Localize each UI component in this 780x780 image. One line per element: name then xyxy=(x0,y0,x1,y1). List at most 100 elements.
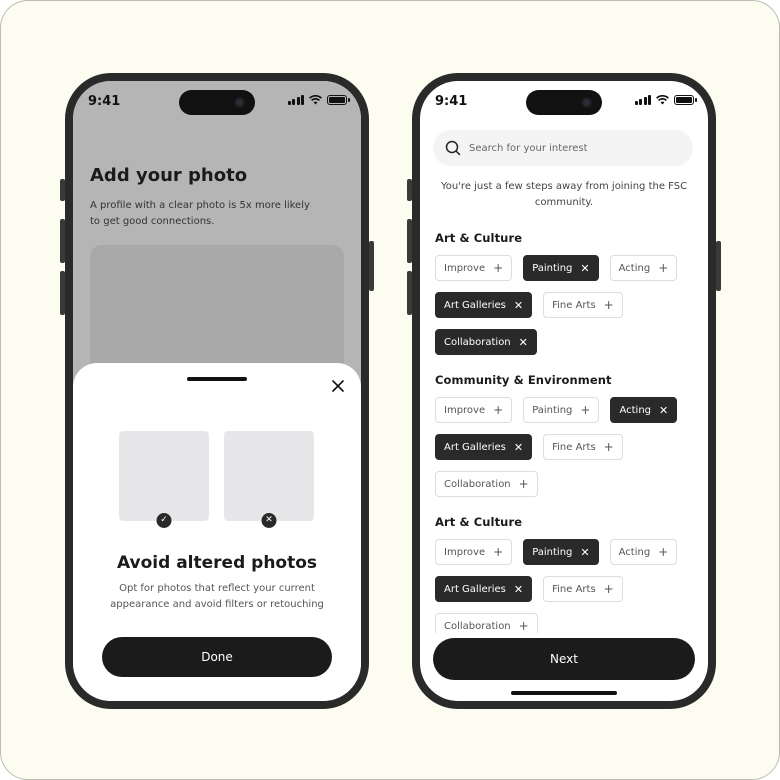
action-button xyxy=(407,179,412,201)
add-icon: + xyxy=(658,261,669,275)
chip-label: Art Galleries xyxy=(444,441,506,453)
interest-chip[interactable]: Painting ✕ xyxy=(523,539,599,565)
chip-label: Acting xyxy=(618,262,651,274)
phone-interests: 9:41 You're just a few steps away from j… xyxy=(407,73,721,709)
chip-label: Art Galleries xyxy=(444,299,506,311)
chip-label: Collaboration xyxy=(444,336,511,348)
interest-chip[interactable]: Art Galleries ✕ xyxy=(435,576,533,602)
wifi-icon xyxy=(656,95,669,105)
home-indicator xyxy=(511,691,617,695)
interest-chip[interactable]: Improve + xyxy=(435,397,513,423)
screen: 9:41 You're just a few steps away from j… xyxy=(420,81,708,701)
add-icon: + xyxy=(603,582,614,596)
search-icon xyxy=(445,140,461,156)
volume-down-button xyxy=(407,271,412,315)
add-icon: + xyxy=(603,440,614,454)
search-input[interactable] xyxy=(469,142,669,154)
chip-label: Painting xyxy=(532,404,573,416)
remove-icon: ✕ xyxy=(580,545,590,559)
chip-label: Acting xyxy=(619,404,652,416)
chip-label: Acting xyxy=(618,546,651,558)
x-icon: ✕ xyxy=(261,513,277,528)
close-icon[interactable] xyxy=(331,379,345,393)
chip-label: Improve xyxy=(444,404,486,416)
add-icon: + xyxy=(493,261,504,275)
power-button xyxy=(369,241,374,291)
canvas: 9:41 Add your photo A profile with a cle… xyxy=(0,0,780,780)
remove-icon: ✕ xyxy=(513,298,524,312)
good-photo-example: ✓ xyxy=(119,431,209,528)
add-icon: + xyxy=(658,545,669,559)
interest-chip[interactable]: Fine Arts + xyxy=(543,292,623,318)
interest-chip[interactable]: Painting + xyxy=(523,397,600,423)
battery-icon xyxy=(674,95,697,105)
interest-chip[interactable]: Collaboration + xyxy=(435,471,538,497)
wifi-icon xyxy=(309,95,322,105)
chip-label: Collaboration xyxy=(444,620,511,632)
interest-chip[interactable]: Acting ✕ xyxy=(610,397,678,423)
chip-label: Improve xyxy=(444,262,486,274)
dynamic-island xyxy=(179,90,255,115)
intro-text: You're just a few steps away from joinin… xyxy=(440,181,688,208)
status-time: 9:41 xyxy=(435,94,468,109)
signal-icon xyxy=(287,95,304,105)
signal-icon xyxy=(634,95,651,105)
sheet-description: Opt for photos that reflect your current… xyxy=(110,583,324,610)
interest-section: Art & Culture Improve + Painting ✕ Acting + Art… xyxy=(420,231,708,355)
interest-list[interactable]: Art & Culture Improve + Painting ✕ Acting + Art… xyxy=(420,231,708,633)
chip-label: Improve xyxy=(444,546,486,558)
volume-up-button xyxy=(60,219,65,263)
remove-icon: ✕ xyxy=(513,582,524,596)
battery-icon xyxy=(327,95,350,105)
status-time: 9:41 xyxy=(88,94,121,109)
page-title: Add your photo xyxy=(90,165,248,186)
chip-group: Improve + Painting ✕ Acting + Art Galleries ✕ Fi… xyxy=(435,539,695,633)
remove-icon: ✕ xyxy=(518,335,528,349)
interest-chip[interactable]: Fine Arts + xyxy=(543,576,623,602)
action-button xyxy=(60,179,65,201)
check-icon: ✓ xyxy=(156,513,172,528)
chip-label: Fine Arts xyxy=(552,299,596,311)
next-button[interactable]: Next xyxy=(433,638,695,680)
done-button[interactable]: Done xyxy=(102,637,332,677)
interest-chip[interactable]: Art Galleries ✕ xyxy=(435,434,533,460)
volume-up-button xyxy=(407,219,412,263)
interest-section: Art & Culture Improve + Painting ✕ Acting + Art… xyxy=(420,515,708,633)
interest-chip[interactable]: Acting + xyxy=(609,255,678,281)
remove-icon: ✕ xyxy=(513,440,524,454)
status-icons xyxy=(634,95,697,105)
chip-label: Fine Arts xyxy=(552,441,596,453)
chip-group: Improve + Painting ✕ Acting + Art Galleries ✕ Fi… xyxy=(435,255,695,355)
add-icon: + xyxy=(518,477,529,491)
chip-label: Painting xyxy=(532,262,573,274)
interest-chip[interactable]: Fine Arts + xyxy=(543,434,623,460)
interest-chip[interactable]: Art Galleries ✕ xyxy=(435,292,533,318)
bottom-sheet: ✓ ✕ Avoid altered photos Opt for photos … xyxy=(73,363,361,701)
phone-photo-guidelines: 9:41 Add your photo A profile with a cle… xyxy=(60,73,374,709)
chip-group: Improve + Painting + Acting ✕ Art Galleries ✕ Fi… xyxy=(435,397,695,497)
chip-label: Fine Arts xyxy=(552,583,596,595)
sheet-drag-handle[interactable] xyxy=(187,377,247,381)
interest-chip[interactable]: Improve + xyxy=(435,539,513,565)
bad-photo-example: ✕ xyxy=(224,431,314,528)
sheet-title: Avoid altered photos xyxy=(116,553,318,573)
section-title: Art & Culture xyxy=(435,515,523,529)
add-icon: + xyxy=(580,403,591,417)
interest-chip[interactable]: Painting ✕ xyxy=(523,255,599,281)
section-title: Community & Environment xyxy=(435,373,612,387)
remove-icon: ✕ xyxy=(659,403,669,417)
search-bar[interactable] xyxy=(433,130,693,166)
interest-chip[interactable]: Improve + xyxy=(435,255,513,281)
interest-chip[interactable]: Acting + xyxy=(609,539,678,565)
interest-chip[interactable]: Collaboration + xyxy=(435,613,538,633)
section-title: Art & Culture xyxy=(435,231,523,245)
status-icons xyxy=(287,95,350,105)
interest-section: Community & Environment Improve + Painting +… xyxy=(420,373,708,497)
dynamic-island xyxy=(526,90,602,115)
add-icon: + xyxy=(493,545,504,559)
chip-label: Collaboration xyxy=(444,478,511,490)
add-icon: + xyxy=(603,298,614,312)
interest-chip[interactable]: Collaboration ✕ xyxy=(435,329,537,355)
add-icon: + xyxy=(518,619,529,633)
screen: 9:41 Add your photo A profile with a cle… xyxy=(73,81,361,701)
